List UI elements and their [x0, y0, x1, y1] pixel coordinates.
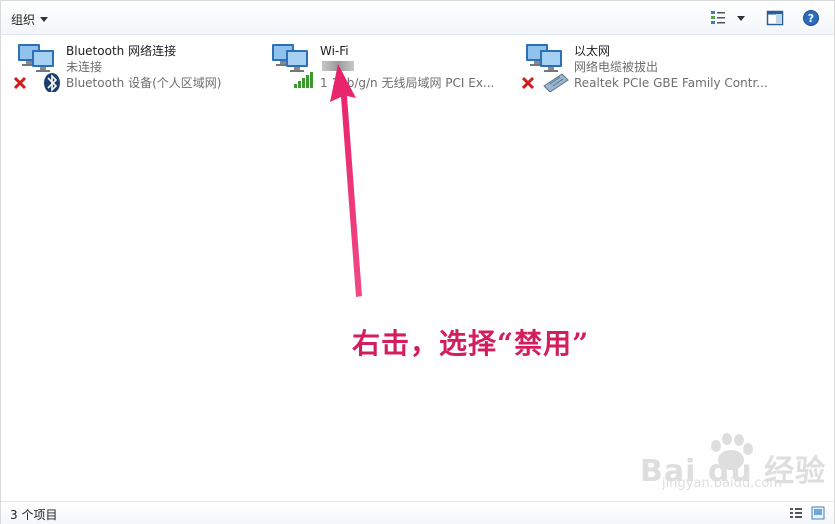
preview-pane-icon — [766, 10, 784, 26]
help-icon: ? — [803, 10, 819, 26]
connection-name: Wi-Fi — [320, 44, 349, 58]
network-adapter-icon — [522, 44, 569, 92]
connection-wifi[interactable]: Wi-Fi 1 11b/g/n 无线局域网 PCI Ex... — [268, 40, 508, 98]
annotation-arrow — [330, 64, 362, 297]
connection-text: 以太网 网络电缆被拔出 Realtek PCIe GBE Family Cont… — [574, 43, 768, 91]
organize-label: 组织 — [11, 12, 36, 27]
connections-list: Bluetooth 网络连接 未连接 Bluetooth 设备(个人区域网) W… — [0, 36, 835, 116]
view-options-icon — [711, 11, 745, 24]
organize-menu-button[interactable]: 组织 — [11, 10, 49, 28]
view-options-button[interactable] — [709, 9, 747, 27]
command-bar: 组织 ? — [1, 1, 834, 35]
connection-status: 网络电缆被拔出 — [574, 60, 659, 74]
details-view-icon[interactable] — [789, 506, 803, 520]
connection-name: 以太网 — [574, 44, 611, 58]
watermark-brand: Bai du 经验 — [640, 454, 827, 489]
status-bar: 3 个项目 — [1, 501, 834, 524]
paw-logo-icon — [711, 433, 753, 470]
annotation-text: 右击，选择“禁用” — [352, 327, 590, 360]
connection-bluetooth[interactable]: Bluetooth 网络连接 未连接 Bluetooth 设备(个人区域网) — [14, 40, 244, 98]
watermark-url: jingyan.baidu.com — [662, 476, 782, 491]
connection-device: Bluetooth 设备(个人区域网) — [66, 76, 222, 90]
chevron-down-icon — [40, 16, 49, 22]
help-button[interactable]: ? — [801, 9, 821, 27]
large-icons-view-icon[interactable] — [811, 506, 825, 520]
ethernet-plug-icon — [543, 73, 569, 92]
item-count: 3 个项目 — [10, 508, 58, 522]
network-adapter-icon — [14, 44, 60, 92]
connection-device: Realtek PCIe GBE Family Contr... — [574, 76, 768, 90]
svg-text:?: ? — [808, 12, 814, 25]
connection-ethernet[interactable]: 以太网 网络电缆被拔出 Realtek PCIe GBE Family Cont… — [522, 40, 772, 98]
connection-name: Bluetooth 网络连接 — [66, 44, 177, 58]
connection-text: Bluetooth 网络连接 未连接 Bluetooth 设备(个人区域网) — [66, 43, 221, 91]
baidu-watermark: Bai du 经验 jingyan.baidu.com — [640, 432, 830, 502]
connection-status: 未连接 — [66, 60, 103, 74]
preview-pane-button[interactable] — [765, 9, 785, 27]
